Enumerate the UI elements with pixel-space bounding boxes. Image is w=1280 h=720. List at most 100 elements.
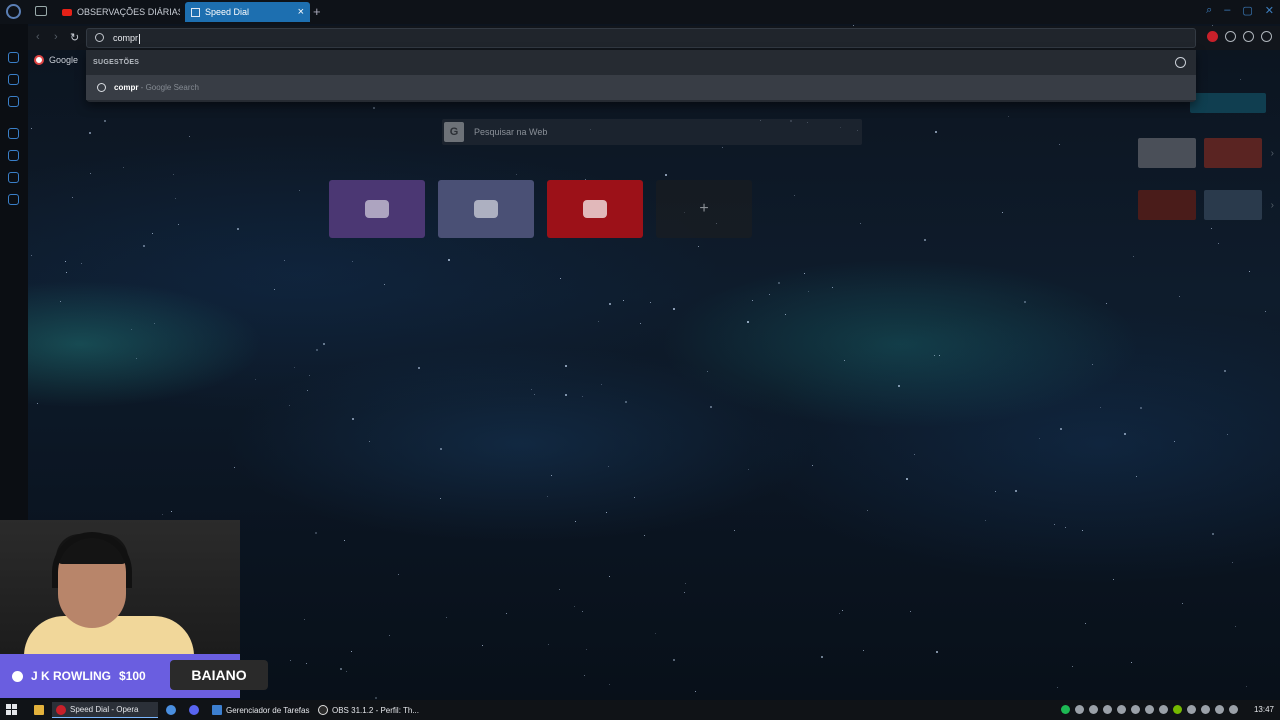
tab-snap-icon[interactable] bbox=[35, 6, 47, 16]
star bbox=[506, 613, 507, 614]
suggestions-dropdown: SUGESTÕES compr - Google Search bbox=[86, 50, 1196, 102]
speed-dial-tile-twitch[interactable] bbox=[329, 180, 425, 238]
star bbox=[315, 532, 317, 534]
messenger-sidebar-icon[interactable] bbox=[8, 96, 19, 107]
new-tab-button[interactable]: + bbox=[313, 4, 321, 19]
star bbox=[1060, 428, 1062, 430]
star bbox=[650, 302, 651, 303]
profile-icon[interactable] bbox=[1243, 31, 1254, 42]
back-icon[interactable]: ‹ bbox=[36, 31, 40, 43]
tab-observacoes[interactable]: OBSERVAÇÕES DIÁRIAS ( bbox=[56, 2, 180, 22]
promo-button[interactable] bbox=[1190, 93, 1266, 113]
taskbar-item-opera[interactable]: Speed Dial - Opera bbox=[52, 702, 158, 718]
tray-icon[interactable] bbox=[1089, 705, 1098, 714]
star bbox=[1179, 296, 1180, 297]
star bbox=[37, 403, 38, 404]
search-icon bbox=[97, 83, 106, 92]
search-tabs-icon[interactable]: ⌕ bbox=[1206, 4, 1212, 17]
spotify-icon[interactable] bbox=[1061, 705, 1070, 714]
donation-amount: $100 bbox=[119, 669, 146, 683]
speed-dial-tile-discord[interactable] bbox=[438, 180, 534, 238]
network-icon[interactable] bbox=[1187, 705, 1196, 714]
star bbox=[440, 448, 442, 450]
speed-dial-tile-youtube[interactable] bbox=[547, 180, 643, 238]
language-icon[interactable] bbox=[1229, 705, 1238, 714]
star bbox=[673, 659, 675, 661]
tray-icon[interactable] bbox=[1103, 705, 1112, 714]
star bbox=[1265, 311, 1266, 312]
star bbox=[565, 394, 567, 396]
discord-taskbar-icon[interactable] bbox=[185, 702, 203, 718]
star bbox=[131, 329, 132, 330]
easy-setup-icon[interactable] bbox=[1261, 31, 1272, 42]
microphone-icon[interactable] bbox=[1201, 705, 1210, 714]
maximize-icon[interactable]: ▢ bbox=[1242, 4, 1252, 17]
promo-thumb[interactable] bbox=[1204, 138, 1262, 168]
nvidia-icon[interactable] bbox=[1173, 705, 1182, 714]
star bbox=[559, 589, 560, 590]
promo-thumb[interactable] bbox=[1138, 138, 1196, 168]
star bbox=[935, 131, 937, 133]
star bbox=[747, 321, 749, 323]
player-sidebar-icon[interactable] bbox=[8, 128, 19, 139]
vpn-icon[interactable] bbox=[1207, 31, 1218, 42]
steam-icon[interactable] bbox=[1131, 705, 1140, 714]
headphones-icon[interactable] bbox=[1075, 705, 1084, 714]
tray-icon[interactable] bbox=[1159, 705, 1168, 714]
star bbox=[375, 697, 377, 699]
tray-icon[interactable] bbox=[1117, 705, 1126, 714]
next-arrow-icon[interactable]: › bbox=[1271, 148, 1274, 159]
star bbox=[575, 521, 576, 522]
reload-icon[interactable]: ↻ bbox=[70, 31, 79, 44]
star bbox=[307, 390, 308, 391]
windows-start-icon[interactable] bbox=[6, 704, 17, 715]
star bbox=[1124, 433, 1126, 435]
aria-sidebar-icon[interactable] bbox=[8, 74, 19, 85]
star bbox=[294, 367, 295, 368]
minimize-icon[interactable]: – bbox=[1224, 4, 1230, 17]
star bbox=[634, 497, 635, 498]
address-bar[interactable]: compr bbox=[86, 28, 1196, 48]
taskbar-item-task-manager[interactable]: Gerenciador de Tarefas bbox=[208, 702, 313, 718]
history-sidebar-icon[interactable] bbox=[8, 150, 19, 161]
promo-thumb[interactable] bbox=[1138, 190, 1196, 220]
bookmark-google[interactable]: Google bbox=[49, 55, 78, 65]
opera-menu-icon[interactable] bbox=[6, 4, 21, 19]
star bbox=[685, 583, 686, 584]
star bbox=[1218, 243, 1219, 244]
star bbox=[914, 454, 915, 455]
star bbox=[384, 284, 385, 285]
star bbox=[644, 535, 645, 536]
speed-dial-sidebar-icon[interactable] bbox=[8, 52, 19, 63]
web-search-box[interactable]: G Pesquisar na Web bbox=[442, 119, 862, 145]
star bbox=[812, 465, 813, 466]
address-input[interactable]: compr bbox=[113, 33, 141, 44]
extensions-icon[interactable] bbox=[1225, 31, 1236, 42]
star bbox=[1106, 303, 1107, 304]
chrome-icon[interactable] bbox=[162, 702, 180, 718]
clock[interactable]: 13:47 bbox=[1254, 705, 1274, 714]
close-tab-icon[interactable]: × bbox=[298, 6, 304, 18]
forward-icon[interactable]: › bbox=[54, 31, 58, 43]
volume-icon[interactable] bbox=[1215, 705, 1224, 714]
emoji-icon[interactable] bbox=[1175, 57, 1186, 68]
close-window-icon[interactable]: ✕ bbox=[1265, 4, 1274, 17]
star bbox=[710, 406, 712, 408]
sidebar bbox=[0, 24, 28, 520]
next-arrow-icon[interactable]: › bbox=[1271, 200, 1274, 211]
extensions-sidebar-icon[interactable] bbox=[8, 172, 19, 183]
promo-thumb[interactable] bbox=[1204, 190, 1262, 220]
star bbox=[609, 303, 611, 305]
system-tray bbox=[1061, 705, 1238, 714]
suggestion-item[interactable]: compr - Google Search bbox=[86, 75, 1196, 100]
star bbox=[173, 174, 174, 175]
star bbox=[1072, 666, 1073, 667]
taskbar-item-obs[interactable]: OBS 31.1.2 - Perfil: Th... bbox=[314, 702, 423, 718]
star bbox=[695, 691, 696, 692]
star bbox=[924, 239, 926, 241]
file-explorer-icon[interactable] bbox=[30, 702, 48, 718]
settings-sidebar-icon[interactable] bbox=[8, 194, 19, 205]
tray-icon[interactable] bbox=[1145, 705, 1154, 714]
add-speed-dial-button[interactable]: + bbox=[656, 180, 752, 238]
tab-speed-dial[interactable]: Speed Dial × bbox=[185, 2, 310, 22]
